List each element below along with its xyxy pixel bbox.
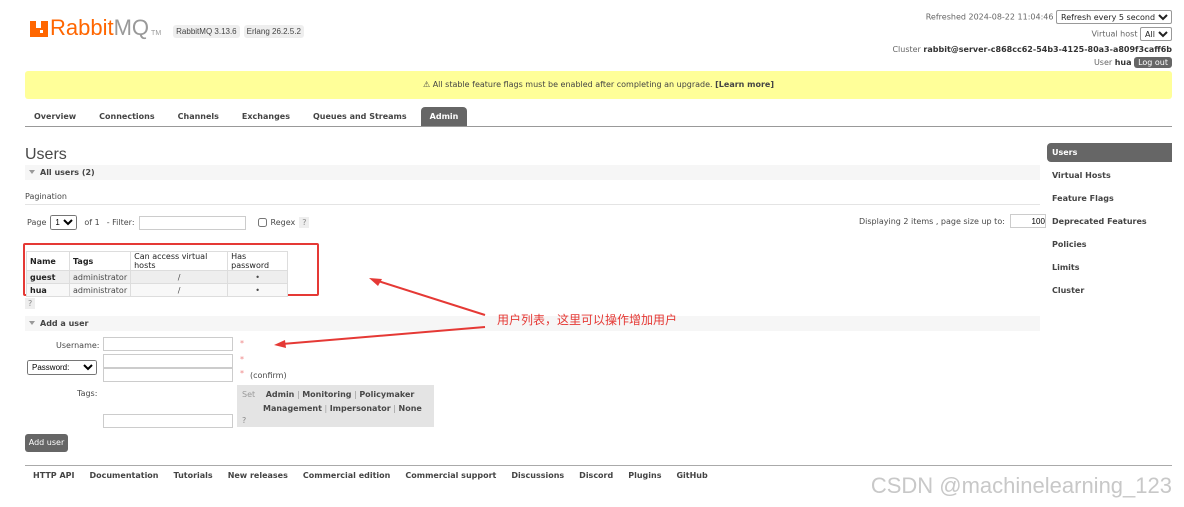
annotation-arrows xyxy=(274,278,486,348)
watermark: CSDN @machinelearning_123 xyxy=(870,473,1172,498)
arrow-to-table xyxy=(374,279,486,316)
annotation-text: 用户列表，这里可以操作增加用户 xyxy=(497,313,678,327)
arrow-to-username xyxy=(281,326,486,345)
arrowhead-icon xyxy=(369,278,382,286)
arrowhead-icon xyxy=(274,340,286,348)
